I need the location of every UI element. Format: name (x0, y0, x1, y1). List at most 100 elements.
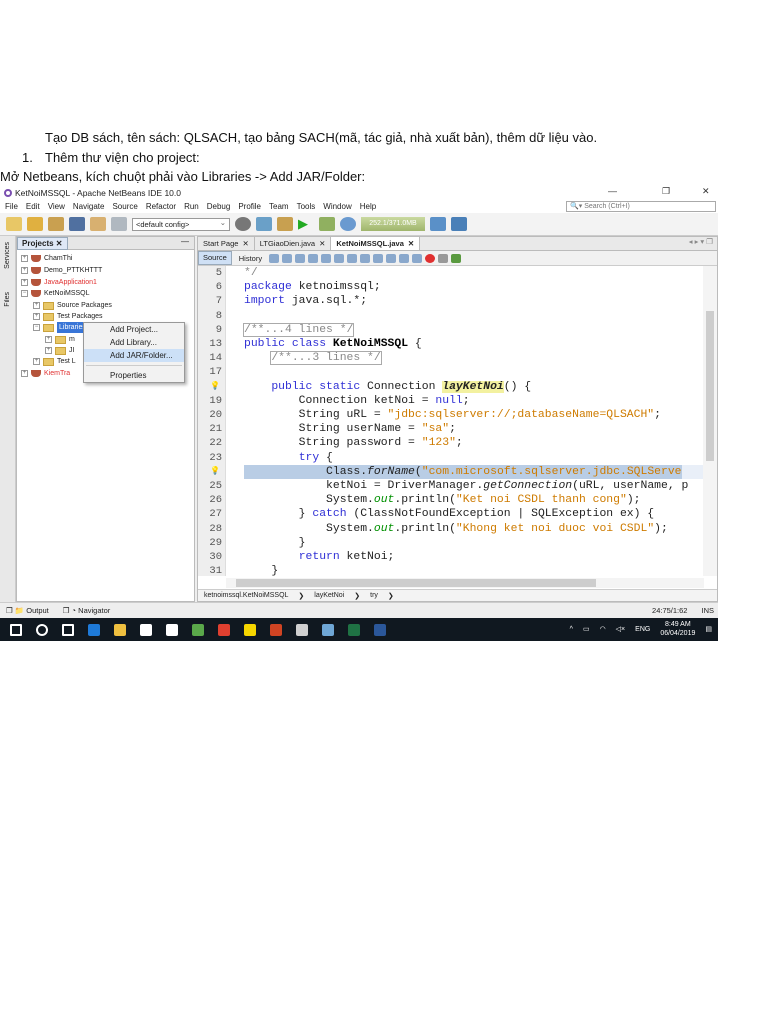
menu-add-jar-folder[interactable]: Add JAR/Folder... (84, 349, 184, 362)
editor-tool-icon[interactable] (347, 253, 358, 263)
tree-item[interactable]: + JavaApplication1 (21, 277, 97, 288)
source-tab[interactable]: Source (198, 251, 232, 265)
horizontal-scrollbar[interactable] (226, 578, 704, 588)
menu-run[interactable]: Run (184, 202, 199, 211)
breadcrumb-item[interactable]: ketnoimssql.KetNoiMSSQL (204, 592, 288, 599)
search-icon[interactable] (36, 623, 48, 636)
volume-muted-icon[interactable]: ◁× (616, 625, 625, 633)
profiler-icon[interactable] (451, 217, 467, 231)
find-icon[interactable] (308, 253, 319, 263)
navigator-tab[interactable]: ❐ ◔ Navigator (63, 606, 111, 615)
menu-tools[interactable]: Tools (297, 202, 316, 211)
mail-icon[interactable] (166, 623, 178, 636)
search-input[interactable]: 🔍▾ Search (Ctrl+I) (566, 201, 716, 212)
tree-item[interactable]: + Source Packages (33, 300, 112, 311)
expand-icon[interactable]: + (33, 313, 40, 320)
notifications-icon[interactable]: ▤ (705, 625, 712, 633)
clock[interactable]: 8:49 AM 06/04/2019 (660, 620, 695, 638)
scroll-thumb[interactable] (706, 311, 714, 461)
netbeans-icon[interactable] (296, 623, 308, 636)
chevron-up-icon[interactable]: ^ (570, 626, 573, 633)
app-icon[interactable] (322, 623, 334, 636)
build-target-icon[interactable] (235, 217, 251, 231)
editor-tool-icon[interactable] (282, 253, 293, 263)
start-icon[interactable] (10, 623, 22, 636)
language-indicator[interactable]: ENG (635, 626, 650, 633)
store-icon[interactable] (140, 623, 152, 636)
debug-icon[interactable] (319, 217, 335, 231)
breadcrumb-item[interactable]: try (370, 592, 378, 599)
menu-source[interactable]: Source (112, 202, 137, 211)
editor-tool-icon[interactable] (412, 253, 423, 263)
powerpoint-icon[interactable] (270, 623, 282, 636)
editor-tool-icon[interactable] (386, 253, 397, 263)
open-project-icon[interactable] (48, 217, 64, 231)
output-tab[interactable]: ❐ 📁 Output (6, 606, 49, 615)
config-select[interactable]: <default config> (132, 217, 230, 231)
edge-icon[interactable] (88, 623, 100, 636)
vertical-scrollbar[interactable] (703, 266, 717, 576)
editor-tool-icon[interactable] (334, 253, 345, 263)
profile-icon[interactable] (340, 217, 356, 231)
hint-bulb-icon[interactable]: 💡 (210, 380, 220, 394)
new-file-icon[interactable] (6, 217, 22, 231)
menu-profile[interactable]: Profile (238, 202, 261, 211)
services-tab[interactable]: Services (4, 242, 11, 269)
menu-add-project[interactable]: Add Project... (84, 323, 184, 336)
maximize-button[interactable]: ❐ (662, 186, 670, 197)
clean-build-icon[interactable] (277, 217, 293, 231)
tree-item[interactable]: + Test Packages (33, 311, 103, 322)
expand-icon[interactable]: + (21, 279, 28, 286)
editor-tool-icon[interactable] (373, 253, 384, 263)
expand-icon[interactable]: + (21, 370, 28, 377)
minimize-button[interactable]: — (608, 186, 617, 196)
tab-ketnoimssql[interactable]: KetNoiMSSQL.java ✕ (331, 237, 421, 250)
breadcrumb-item[interactable]: layKetNoi (314, 592, 344, 599)
expand-icon[interactable]: − (33, 324, 40, 331)
editor-tool-icon[interactable] (321, 253, 332, 263)
menu-edit[interactable]: Edit (26, 202, 40, 211)
memory-indicator[interactable]: 252.1/371.0MB (361, 217, 425, 231)
history-tab[interactable]: History (235, 254, 266, 263)
menu-file[interactable]: File (5, 202, 18, 211)
menu-navigate[interactable]: Navigate (73, 202, 105, 211)
redo-icon[interactable] (111, 217, 127, 231)
menu-help[interactable]: Help (360, 202, 376, 211)
menu-window[interactable]: Window (323, 202, 351, 211)
app-icon[interactable] (192, 623, 204, 636)
editor-tool-icon[interactable] (399, 253, 410, 263)
tree-item[interactable]: + KiemTra (21, 368, 70, 379)
tree-item[interactable]: + JI (45, 345, 74, 356)
explorer-icon[interactable] (114, 623, 126, 636)
gc-icon[interactable] (430, 217, 446, 231)
expand-icon[interactable]: + (33, 302, 40, 309)
code-area[interactable]: 5 */ 6 package ketnoimssql; 7 import java.sql… (198, 266, 703, 576)
record-macro-icon[interactable] (425, 253, 436, 263)
h-scroll-thumb[interactable] (236, 579, 596, 587)
expand-icon[interactable]: + (21, 255, 28, 262)
menu-team[interactable]: Team (269, 202, 289, 211)
tab-ltgiaodien[interactable]: LTGiaoDien.java ✕ (255, 237, 332, 250)
files-tab[interactable]: Files (4, 292, 11, 307)
tree-item[interactable]: + m (45, 334, 75, 345)
excel-icon[interactable] (348, 623, 360, 636)
editor-tool-icon[interactable] (451, 253, 462, 263)
expand-icon[interactable]: + (45, 336, 52, 343)
word-icon[interactable] (374, 623, 386, 636)
editor-tool-icon[interactable] (269, 253, 280, 263)
save-all-icon[interactable] (69, 217, 85, 231)
editor-tool-icon[interactable] (295, 253, 306, 263)
new-project-icon[interactable] (27, 217, 43, 231)
tree-item[interactable]: + ChamThi (21, 253, 72, 264)
tree-item[interactable]: − Libraries (33, 322, 88, 333)
chrome-icon[interactable] (218, 623, 230, 636)
menu-debug[interactable]: Debug (207, 202, 231, 211)
wifi-icon[interactable]: ◠ (600, 625, 606, 633)
run-icon[interactable]: ▶ (298, 217, 314, 231)
tree-item[interactable]: + Demo_PTTKHTTT (21, 265, 102, 276)
close-button[interactable]: ✕ (702, 186, 710, 197)
menu-refactor[interactable]: Refactor (146, 202, 176, 211)
minimize-panel-icon[interactable]: — (181, 237, 189, 246)
menu-properties[interactable]: Properties (84, 369, 184, 382)
menu-add-library[interactable]: Add Library... (84, 336, 184, 349)
